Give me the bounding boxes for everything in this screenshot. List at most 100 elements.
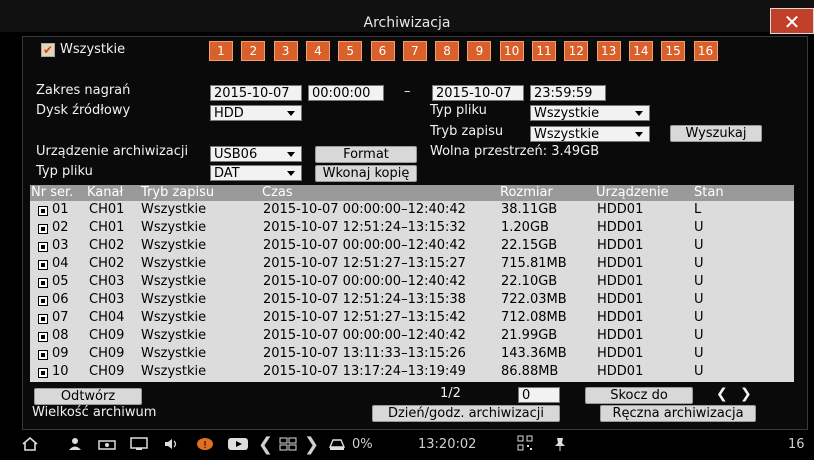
page-input[interactable]: 0 <box>518 387 560 403</box>
cell-state: U <box>694 256 704 271</box>
row-checkbox[interactable] <box>38 260 48 270</box>
cell-time: 2015-10-07 13:11:33–13:15:26 <box>263 346 466 361</box>
manual-archive-button[interactable]: Ręczna archiwizacja <box>600 405 756 422</box>
pin-icon[interactable] <box>550 434 570 460</box>
cell-dev: HDD01 <box>597 310 644 325</box>
select-all-checkbox[interactable]: ✔ <box>41 43 55 57</box>
channel-button-8[interactable]: 8 <box>435 41 460 61</box>
monitor-icon[interactable] <box>128 434 152 460</box>
channel-button-9[interactable]: 9 <box>467 41 492 61</box>
cell-mode: Wszystkie <box>141 346 207 361</box>
channel-button-15[interactable]: 15 <box>661 41 686 61</box>
cell-dev: HDD01 <box>597 256 644 271</box>
table-row[interactable]: 09 CH09 Wszystkie 2015-10-07 13:11:33–13:15… <box>30 345 794 363</box>
next-page-icon[interactable]: ❯ <box>740 386 752 402</box>
table-row[interactable]: 06 CH03 Wszystkie 2015-10-07 12:51:24–13:15… <box>30 291 794 309</box>
channel-button-13[interactable]: 13 <box>596 41 621 61</box>
cell-ch: CH09 <box>89 346 125 361</box>
cell-mode: Wszystkie <box>141 292 207 307</box>
device-select[interactable]: USB06 <box>210 146 302 162</box>
copy-button[interactable]: Wkonaj kopię <box>315 165 417 182</box>
table-row[interactable]: 03 CH02 Wszystkie 2015-10-07 00:00:00–12:40… <box>30 237 794 255</box>
row-checkbox[interactable] <box>38 296 48 306</box>
start-time-field[interactable]: 00:00:00 <box>308 85 384 101</box>
row-checkbox[interactable] <box>38 224 48 234</box>
record-mode-value: Wszystkie <box>534 127 600 142</box>
row-checkbox[interactable] <box>38 242 48 252</box>
cell-time: 2015-10-07 12:51:27–13:15:27 <box>263 256 466 271</box>
playback-icon[interactable] <box>226 434 250 460</box>
cell-dev: HDD01 <box>597 292 644 307</box>
start-date-field[interactable]: 2015-10-07 <box>210 85 302 101</box>
cell-time: 2015-10-07 00:00:00–12:40:42 <box>263 274 466 289</box>
row-checkbox[interactable] <box>38 278 48 288</box>
cell-time: 2015-10-07 12:51:24–13:15:38 <box>263 292 466 307</box>
row-checkbox[interactable] <box>38 332 48 342</box>
window-title: Archiwizacja <box>363 15 451 31</box>
goto-button[interactable]: Skocz do <box>585 387 693 404</box>
range-dash: – <box>404 84 411 99</box>
grid-layout-icon[interactable] <box>278 434 298 460</box>
cell-dev: HDD01 <box>597 328 644 343</box>
channel-button-10[interactable]: 10 <box>499 41 524 61</box>
date-archive-button[interactable]: Dzień/godz. archiwizacji <box>372 405 560 422</box>
col-channel: Kanał <box>87 185 124 200</box>
channel-button-2[interactable]: 2 <box>241 41 266 61</box>
channel-button-11[interactable]: 11 <box>532 41 556 61</box>
cell-size: 712.08MB <box>501 310 567 325</box>
cell-dev: HDD01 <box>597 220 644 235</box>
record-device-icon[interactable] <box>96 434 118 460</box>
channel-button-14[interactable]: 14 <box>628 41 653 61</box>
channel-button-6[interactable]: 6 <box>370 41 395 61</box>
output-type-select[interactable]: DAT <box>210 165 302 181</box>
format-button[interactable]: Format <box>315 146 417 163</box>
alarm-icon[interactable]: ! <box>194 434 216 460</box>
table-row[interactable]: 01 CH01 Wszystkie 2015-10-07 00:00:00–12:40… <box>30 201 794 219</box>
table-row[interactable]: 04 CH02 Wszystkie 2015-10-07 12:51:27–13:15… <box>30 255 794 273</box>
source-disk-select[interactable]: HDD <box>210 105 302 121</box>
channel-button-7[interactable]: 7 <box>402 41 427 61</box>
play-button[interactable]: Odtwórz <box>34 388 142 405</box>
row-checkbox[interactable] <box>38 206 48 216</box>
hdd-icon[interactable] <box>326 434 348 460</box>
table-row[interactable]: 07 CH04 Wszystkie 2015-10-07 12:51:27–13:15… <box>30 309 794 327</box>
table-row[interactable]: 10 CH09 Wszystkie 2015-10-07 13:17:24–13:19… <box>30 363 794 381</box>
channel-button-3[interactable]: 3 <box>273 41 298 61</box>
cell-size: 715.81MB <box>501 256 567 271</box>
col-size: Rozmiar <box>500 185 553 200</box>
channel-button-5[interactable]: 5 <box>338 41 363 61</box>
channel-button-16[interactable]: 16 <box>693 41 718 61</box>
cell-state: U <box>694 328 704 343</box>
record-mode-select[interactable]: Wszystkie <box>530 126 650 142</box>
search-button[interactable]: Wyszukaj <box>670 125 762 142</box>
close-button[interactable]: ✕ <box>770 8 814 34</box>
row-checkbox[interactable] <box>38 368 48 378</box>
cell-state: U <box>694 346 704 361</box>
volume-icon[interactable] <box>162 434 182 460</box>
row-checkbox[interactable] <box>38 350 48 360</box>
cell-ch: CH03 <box>89 274 125 289</box>
cell-mode: Wszystkie <box>141 256 207 271</box>
cell-state: U <box>694 220 704 235</box>
prev-page-icon[interactable]: ❮ <box>716 386 728 402</box>
table-row[interactable]: 02 CH01 Wszystkie 2015-10-07 12:51:24–13:15… <box>30 219 794 237</box>
cell-nr: 08 <box>52 328 69 343</box>
row-checkbox[interactable] <box>38 314 48 324</box>
home-icon[interactable] <box>18 434 42 460</box>
end-time-field[interactable]: 23:59:59 <box>530 85 606 101</box>
qr-code-icon[interactable] <box>514 434 536 460</box>
cell-nr: 10 <box>52 364 69 379</box>
table-row[interactable]: 05 CH03 Wszystkie 2015-10-07 00:00:00–12:40… <box>30 273 794 291</box>
channel-button-1[interactable]: 1 <box>209 41 233 61</box>
next-layout-icon[interactable]: ❯ <box>304 432 319 458</box>
channel-button-12[interactable]: 12 <box>564 41 589 61</box>
cell-size: 38.11GB <box>501 202 558 217</box>
prev-layout-icon[interactable]: ❮ <box>258 432 273 458</box>
cell-mode: Wszystkie <box>141 238 207 253</box>
table-row[interactable]: 08 CH09 Wszystkie 2015-10-07 00:00:00–12:40… <box>30 327 794 345</box>
cell-nr: 03 <box>52 238 69 253</box>
file-type-select[interactable]: Wszystkie <box>530 105 650 121</box>
end-date-field[interactable]: 2015-10-07 <box>432 85 524 101</box>
user-icon[interactable] <box>64 434 86 460</box>
channel-button-4[interactable]: 4 <box>305 41 330 61</box>
